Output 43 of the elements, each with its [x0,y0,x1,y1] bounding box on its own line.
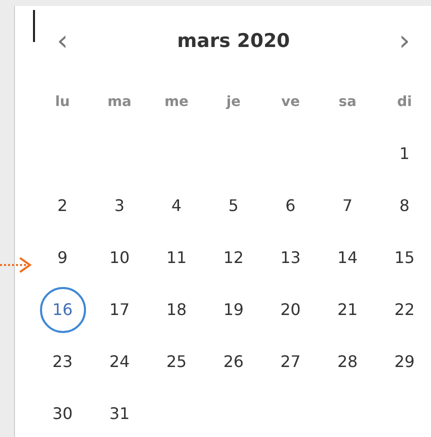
day-button[interactable]: 19 [210,287,256,333]
pointer-arrow [0,255,34,275]
day-button[interactable]: 8 [382,183,428,229]
day-button[interactable]: 18 [154,287,200,333]
day-button[interactable]: 9 [40,235,86,281]
day-button[interactable]: 4 [154,183,200,229]
day-button[interactable]: 1 [382,131,428,177]
day-button[interactable]: 14 [324,235,370,281]
day-button[interactable]: 29 [382,339,428,385]
day-button[interactable]: 11 [154,235,200,281]
day-button[interactable]: 30 [40,391,86,437]
day-button[interactable]: 28 [324,339,370,385]
day-button[interactable]: 23 [40,339,86,385]
day-button[interactable]: 7 [324,183,370,229]
month-title: mars 2020 [176,28,291,54]
next-month-button[interactable]: › [388,27,420,55]
day-button[interactable]: 16 [40,287,86,333]
day-button[interactable]: 12 [210,235,256,281]
weekday-label: ma [106,93,133,112]
day-button[interactable]: 10 [96,235,142,281]
weekday-label: ve [280,93,301,112]
weekday-label: je [224,93,242,112]
day-button[interactable]: 17 [96,287,142,333]
day-button[interactable]: 3 [96,183,142,229]
day-button[interactable]: 31 [96,391,142,437]
weekday-label: di [396,93,413,112]
day-button[interactable]: 5 [210,183,256,229]
text-cursor [33,10,35,42]
day-button[interactable]: 26 [210,339,256,385]
day-button[interactable]: 2 [40,183,86,229]
weekday-label: sa [338,93,358,112]
day-button[interactable]: 15 [382,235,428,281]
day-button[interactable]: 20 [268,287,314,333]
weekday-label: lu [54,93,71,112]
day-button[interactable]: 27 [268,339,314,385]
day-button[interactable]: 21 [324,287,370,333]
day-button[interactable]: 24 [96,339,142,385]
day-button[interactable]: 22 [382,287,428,333]
day-button[interactable]: 13 [268,235,314,281]
day-button[interactable]: 25 [154,339,200,385]
weekday-label: me [163,93,190,112]
day-button[interactable]: 6 [268,183,314,229]
previous-month-button[interactable]: ‹ [46,27,78,55]
